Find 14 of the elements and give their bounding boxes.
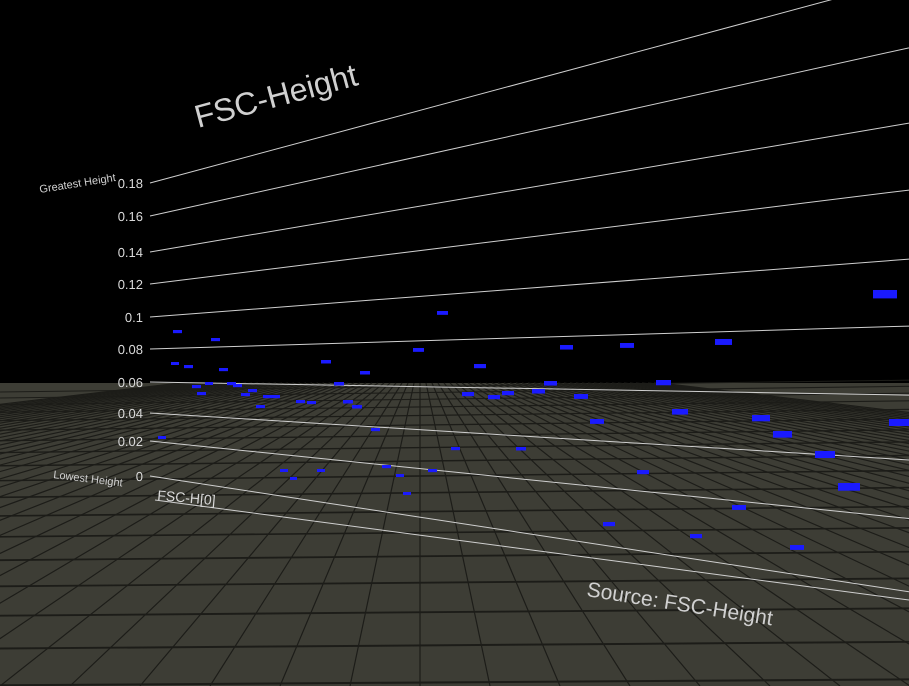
x-axis-label: FSC-H[0]: [156, 487, 216, 508]
tick-label: 0.14: [118, 245, 143, 260]
tick-label: 0: [136, 469, 143, 484]
tick-label: 0.16: [118, 209, 143, 224]
tick-label: 0.04: [118, 406, 143, 421]
tick-label: 0.1: [124, 310, 143, 325]
tick-label: 0.08: [118, 342, 143, 357]
axis-bottom-label: Lowest Height: [52, 469, 124, 490]
tick-label: 0.18: [118, 176, 143, 191]
tick-label: 0.06: [118, 375, 143, 390]
tick-label: 0.12: [118, 277, 143, 292]
tick-label: 0.02: [118, 434, 143, 449]
axis-top-label: Greatest Height: [38, 172, 117, 196]
source-label: Source: FSC-Height: [585, 578, 774, 630]
